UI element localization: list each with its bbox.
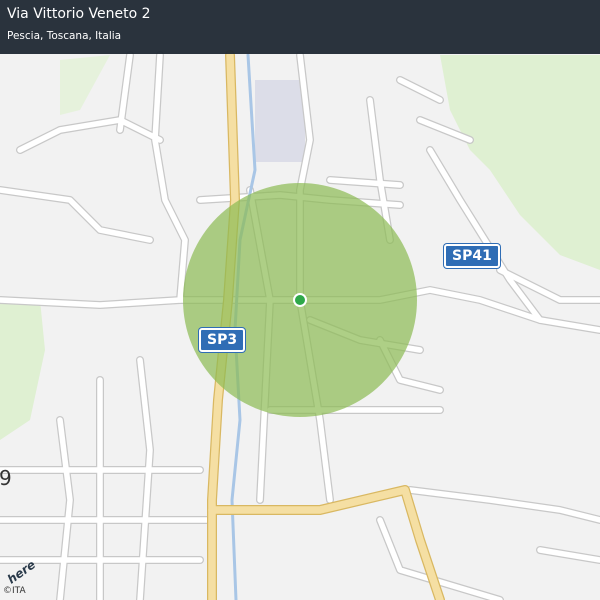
location-dot-core [295, 295, 305, 305]
road-shield-sp41: SP41 [444, 244, 500, 268]
map-canvas[interactable] [0, 0, 600, 600]
copyright-text: ©ITA [3, 586, 26, 596]
location-header: Via Vittorio Veneto 2 Pescia, Toscana, I… [0, 0, 600, 54]
parking-area [255, 80, 305, 162]
location-title: Via Vittorio Veneto 2 [7, 6, 151, 22]
edge-label: 9 [0, 466, 12, 490]
road-shield-sp3: SP3 [199, 328, 246, 352]
location-subtitle: Pescia, Toscana, Italia [7, 30, 122, 42]
